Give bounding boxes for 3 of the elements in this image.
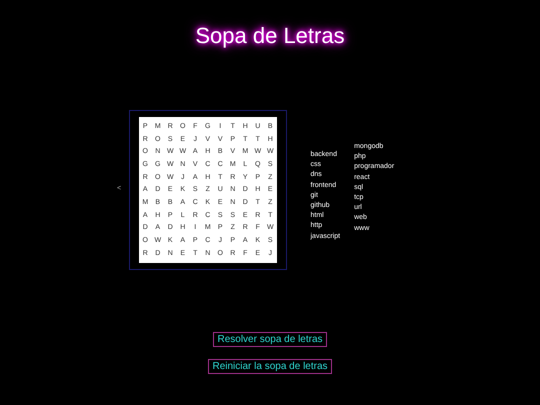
action-button[interactable]: Reiniciar la sopa de letras bbox=[208, 358, 332, 374]
page-title: Sopa de Letras bbox=[195, 22, 345, 50]
action-button[interactable]: Resolver sopa de letras bbox=[213, 332, 327, 347]
